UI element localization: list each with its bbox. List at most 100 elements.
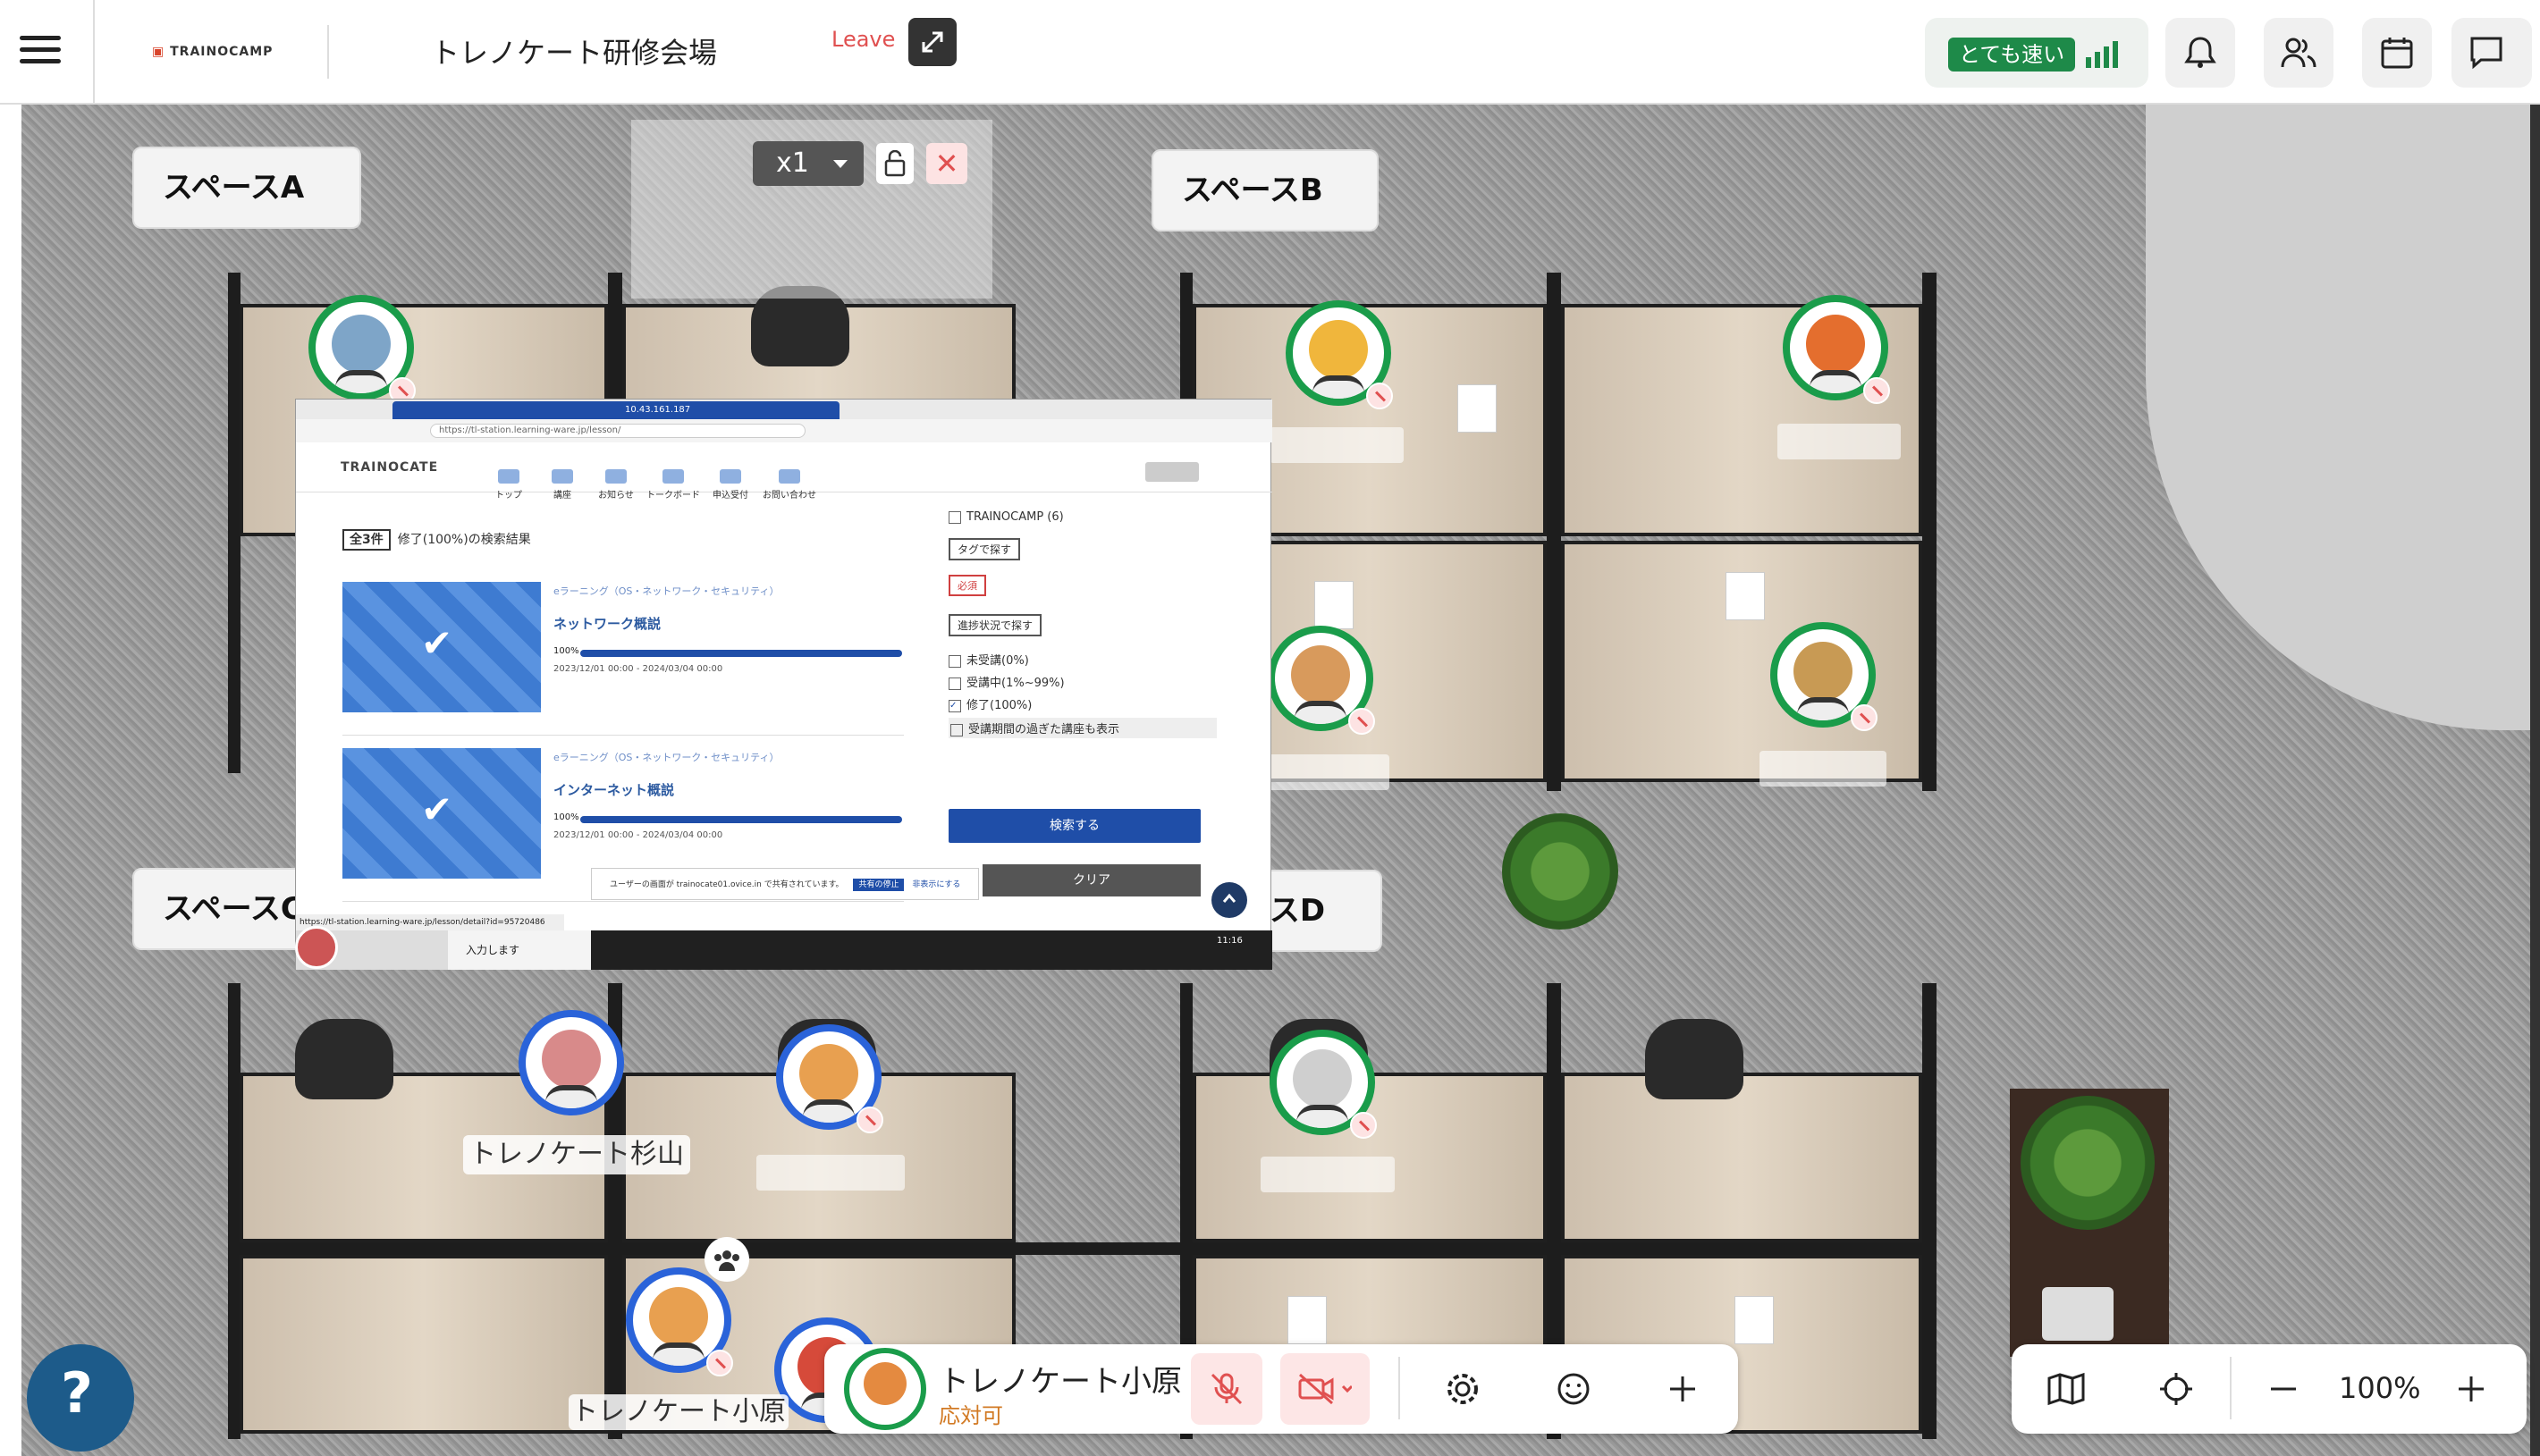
chat-button[interactable] xyxy=(2451,18,2532,88)
course-card[interactable]: eラーニング（OS・ネットワーク・セキュリティ） ネットワーク概説 100% 2… xyxy=(342,575,904,736)
hide-notice-button[interactable]: 非表示にする xyxy=(912,880,960,889)
stop-sharing-button[interactable]: 共有の停止 xyxy=(853,879,905,891)
calendar-button[interactable] xyxy=(2362,18,2432,88)
bell-icon xyxy=(2184,37,2216,68)
my-avatar[interactable] xyxy=(844,1348,926,1430)
mic-muted-icon xyxy=(1348,708,1375,735)
url-text: https://tl-station.learning-ware.jp/less… xyxy=(439,425,621,435)
scroll-top-button[interactable] xyxy=(1211,882,1247,918)
avatar-sugiyama[interactable] xyxy=(519,1010,624,1115)
top-bar: ▣ TRAINOCAMP トレノケート研修会場 とても速い xyxy=(0,0,2540,105)
my-status[interactable]: 応対可 xyxy=(939,1398,1003,1429)
filter-trainocamp[interactable]: TRAINOCAMP (6) xyxy=(949,510,1217,524)
space-label-a[interactable]: スペースA xyxy=(132,147,361,229)
help-button[interactable] xyxy=(27,1344,134,1452)
search-button[interactable]: 検索する xyxy=(949,809,1201,843)
course-dates: 2023/12/01 00:00 - 2024/03/04 00:00 xyxy=(553,664,723,674)
nav-courses[interactable]: 講座 xyxy=(536,469,589,501)
user-menu[interactable] xyxy=(1145,462,1199,482)
mic-muted-icon xyxy=(1350,1112,1377,1139)
divider xyxy=(93,0,95,105)
mic-muted-icon xyxy=(1366,383,1393,409)
download-bar: 入力します xyxy=(448,930,591,970)
status-url: https://tl-station.learning-ware.jp/less… xyxy=(296,914,564,930)
lock-button[interactable] xyxy=(876,143,914,184)
divider xyxy=(1398,1357,1400,1419)
nav-talkboard[interactable]: トークボード xyxy=(646,469,700,501)
clear-button[interactable]: クリア xyxy=(983,864,1201,896)
chat-icon xyxy=(2470,37,2502,70)
nav-applications[interactable]: 申込受付 xyxy=(704,469,757,501)
presenter-avatar[interactable] xyxy=(295,926,338,969)
avatar-name-hidden xyxy=(1759,751,1886,787)
nav-contact[interactable]: お問い合わせ xyxy=(763,469,816,501)
partition xyxy=(1193,1242,1922,1255)
remote-desktop-tab: 10.43.161.187 xyxy=(392,401,840,419)
chevron-up-icon xyxy=(1222,893,1236,903)
zoom-level-select[interactable]: x1 xyxy=(753,141,864,186)
course-thumbnail[interactable] xyxy=(342,582,541,712)
locate-me-button[interactable] xyxy=(2140,1353,2212,1425)
map-overview-button[interactable] xyxy=(2029,1353,2101,1425)
partition xyxy=(1922,273,1937,791)
site-logo: TRAINOCATE xyxy=(341,460,439,475)
course-percent: 100% xyxy=(553,646,579,656)
course-percent: 100% xyxy=(553,812,579,822)
unlock-icon xyxy=(884,150,906,177)
plant xyxy=(2021,1096,2155,1230)
settings-button[interactable] xyxy=(1427,1353,1498,1425)
camera-toggle-button[interactable] xyxy=(1280,1353,1370,1425)
result-count: 全3件 修了(100%)の検索結果 xyxy=(342,529,531,551)
mic-muted-icon xyxy=(1863,377,1890,404)
desk xyxy=(240,1255,608,1434)
status-completed[interactable]: 修了(100%) xyxy=(949,695,1217,712)
logo: ▣ TRAINOCAMP xyxy=(152,45,274,59)
mic-toggle-button[interactable] xyxy=(1191,1353,1262,1425)
plant xyxy=(1502,813,1618,930)
screen-share-window[interactable]: 10.43.161.187 https://tl-station.learnin… xyxy=(295,399,1272,970)
hamburger-icon[interactable] xyxy=(20,36,61,66)
mic-muted-icon xyxy=(1851,704,1878,731)
course-thumbnail[interactable] xyxy=(342,748,541,879)
speed-badge: とても速い xyxy=(1948,38,2076,72)
mic-muted-icon xyxy=(706,1350,733,1376)
status-in-progress[interactable]: 受講中(1%~99%) xyxy=(949,673,1217,690)
show-expired-option[interactable]: 受講期間の過ぎた講座も表示 xyxy=(949,718,1217,738)
filter-panel: TRAINOCAMP (6) タグで探す 必須 進捗状況で探す 未受講(0%) … xyxy=(949,505,1217,744)
reaction-button[interactable] xyxy=(1538,1353,1609,1425)
paper xyxy=(1287,1296,1327,1344)
expand-share-button[interactable] xyxy=(908,18,957,66)
close-icon[interactable]: ✕ xyxy=(926,143,967,184)
zoom-out-button[interactable] xyxy=(2248,1353,2319,1425)
nav-top[interactable]: トップ xyxy=(482,469,536,501)
members-button[interactable] xyxy=(2264,18,2333,88)
gear-icon xyxy=(1447,1374,1478,1404)
course-category: eラーニング（OS・ネットワーク・セキュリティ） xyxy=(553,585,780,597)
share-notice-bar: ユーザーの画面が trainocate01.ovice.in で共有されています… xyxy=(591,868,979,900)
required-tag[interactable]: 必須 xyxy=(949,575,986,596)
minus-icon xyxy=(2271,1387,2296,1391)
chair xyxy=(295,1019,393,1099)
stool xyxy=(2042,1287,2114,1341)
taskbar-clock: 11:16 xyxy=(1217,936,1243,946)
zoom-percent: 100% xyxy=(2339,1371,2421,1405)
calendar-icon xyxy=(2381,38,2413,69)
course-title[interactable]: インターネット概説 xyxy=(553,780,674,799)
notifications-button[interactable] xyxy=(2165,18,2235,88)
avatar-name-hidden xyxy=(1270,427,1404,463)
nav-news[interactable]: お知らせ xyxy=(589,469,643,501)
course-title[interactable]: ネットワーク概説 xyxy=(553,614,661,633)
divider xyxy=(327,25,329,79)
divider xyxy=(2230,1357,2232,1419)
space-label-b[interactable]: スペースB xyxy=(1152,149,1379,231)
leave-share-button[interactable]: Leave xyxy=(831,27,895,52)
group-icon[interactable] xyxy=(705,1237,749,1282)
browser-address-bar: https://tl-station.learning-ware.jp/less… xyxy=(296,419,1272,442)
map-border xyxy=(2530,105,2540,1456)
my-name: トレノケート小原 xyxy=(939,1364,1182,1400)
status-not-started[interactable]: 未受講(0%) xyxy=(949,651,1217,668)
smile-icon xyxy=(1557,1373,1590,1405)
zoom-in-button[interactable] xyxy=(2435,1353,2507,1425)
people-icon xyxy=(714,1250,739,1271)
add-button[interactable] xyxy=(1647,1353,1718,1425)
